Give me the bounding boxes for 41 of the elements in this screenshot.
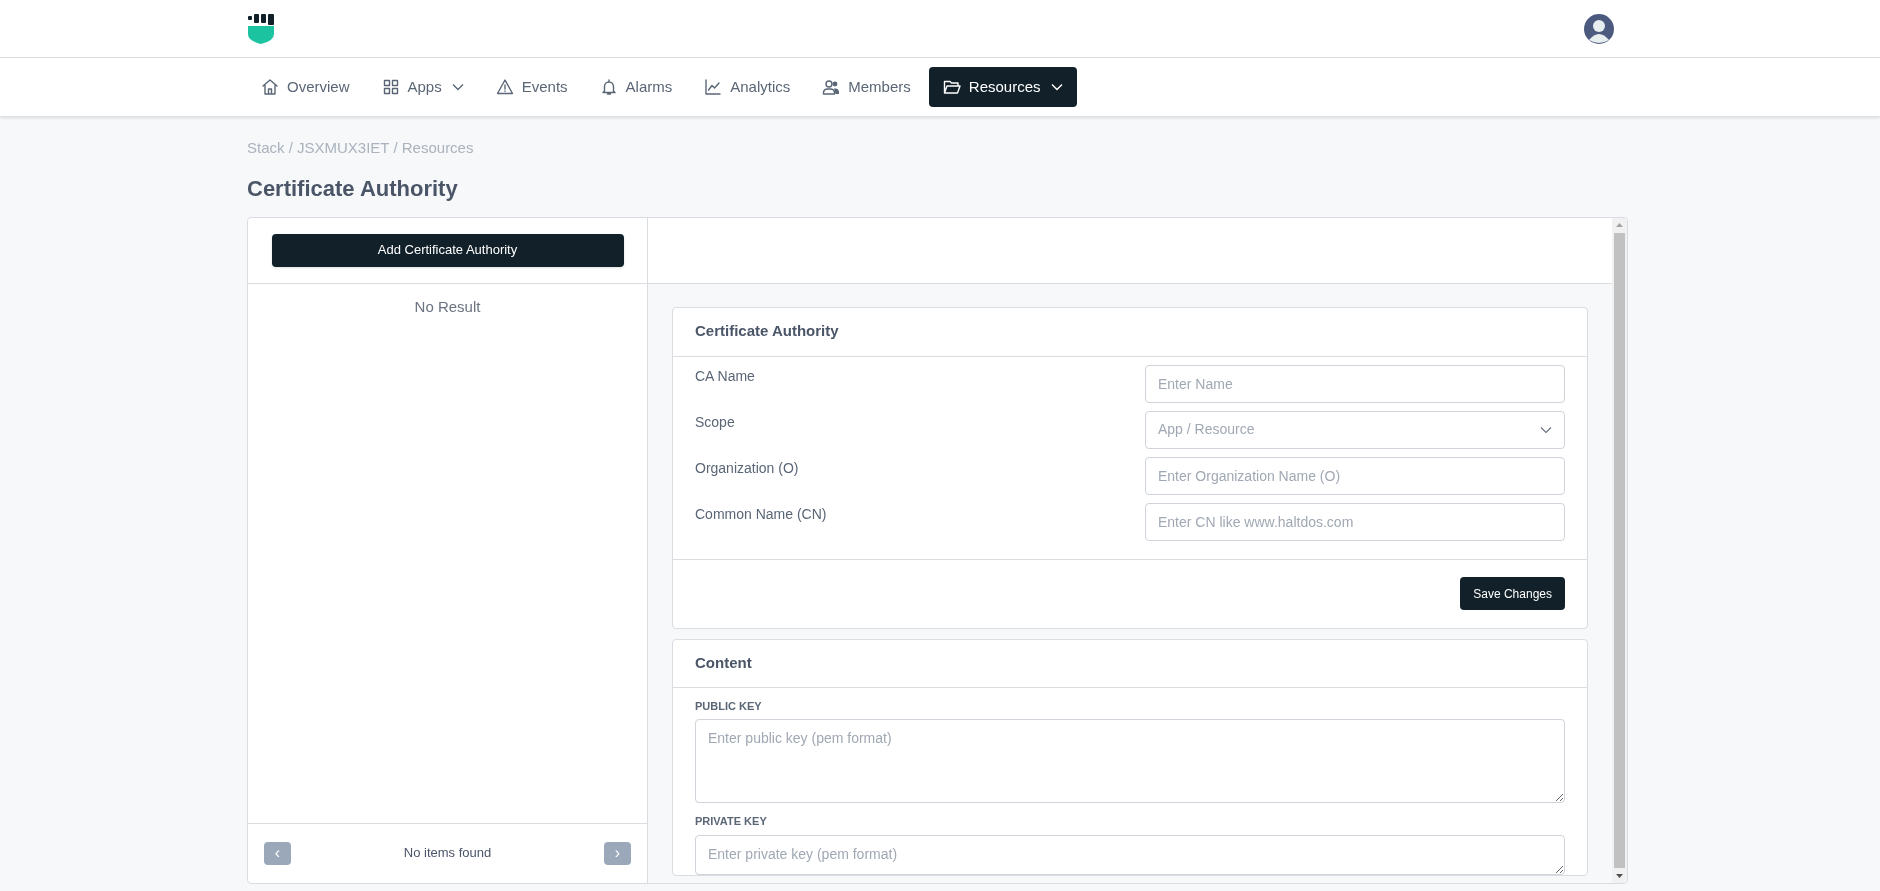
scrollbar-thumb[interactable] (1614, 232, 1625, 868)
card-title: Content (673, 639, 1587, 688)
field-label: Organization (O) (695, 458, 799, 478)
add-certificate-authority-button[interactable]: Add Certificate Authority (271, 233, 624, 267)
bell-icon (599, 78, 618, 96)
chevron-down-icon (451, 83, 464, 91)
field-label: PRIVATE KEY (695, 814, 768, 829)
home-icon (261, 78, 279, 96)
page-title: Certificate Authority (247, 174, 459, 203)
empty-message: No Result (413, 296, 482, 317)
field-label: Common Name (CN) (695, 504, 827, 524)
folder-icon (942, 78, 961, 96)
nav-tab[interactable]: Overview (247, 67, 364, 107)
avatar-icon[interactable] (1584, 13, 1614, 44)
textarea-field[interactable]: Enter private key (pem format) (695, 834, 1565, 875)
textarea-field[interactable]: Enter public key (pem format) (695, 719, 1565, 803)
pagination-status: No items found (403, 844, 492, 863)
input-field[interactable]: Enter Name (1145, 364, 1565, 403)
logo-icon (247, 13, 275, 44)
save-changes-button[interactable]: Save Changes (1460, 577, 1565, 610)
nav-tab[interactable]: Apps (367, 67, 478, 107)
nav-tab[interactable]: Events (481, 67, 582, 107)
scrollbar[interactable] (1612, 217, 1627, 883)
chevron-down-icon (1540, 425, 1552, 434)
input-field[interactable]: Enter Organization Name (O) (1145, 456, 1565, 495)
chevron-down-icon (1050, 83, 1063, 91)
nav-tab[interactable]: Analytics (690, 67, 805, 107)
input-field[interactable]: Enter CN like www.haltdos.com (1145, 502, 1565, 541)
grid-icon (381, 78, 400, 96)
users-icon (822, 78, 841, 96)
field-label: PUBLIC KEY (695, 698, 763, 714)
field-label: CA Name (695, 366, 755, 386)
breadcrumb: Stack / JSXMUX3IET / Resources (247, 138, 475, 158)
warning-icon (495, 78, 514, 96)
card-title: Certificate Authority (673, 307, 1587, 357)
nav-tab[interactable]: Resources (928, 67, 1077, 107)
line-chart-icon (704, 78, 723, 96)
nav-tab[interactable]: Alarms (585, 67, 687, 107)
nav-tab[interactable]: Members (808, 67, 925, 107)
field-label: Scope (695, 412, 735, 432)
scroll-up-icon[interactable] (1615, 220, 1624, 230)
